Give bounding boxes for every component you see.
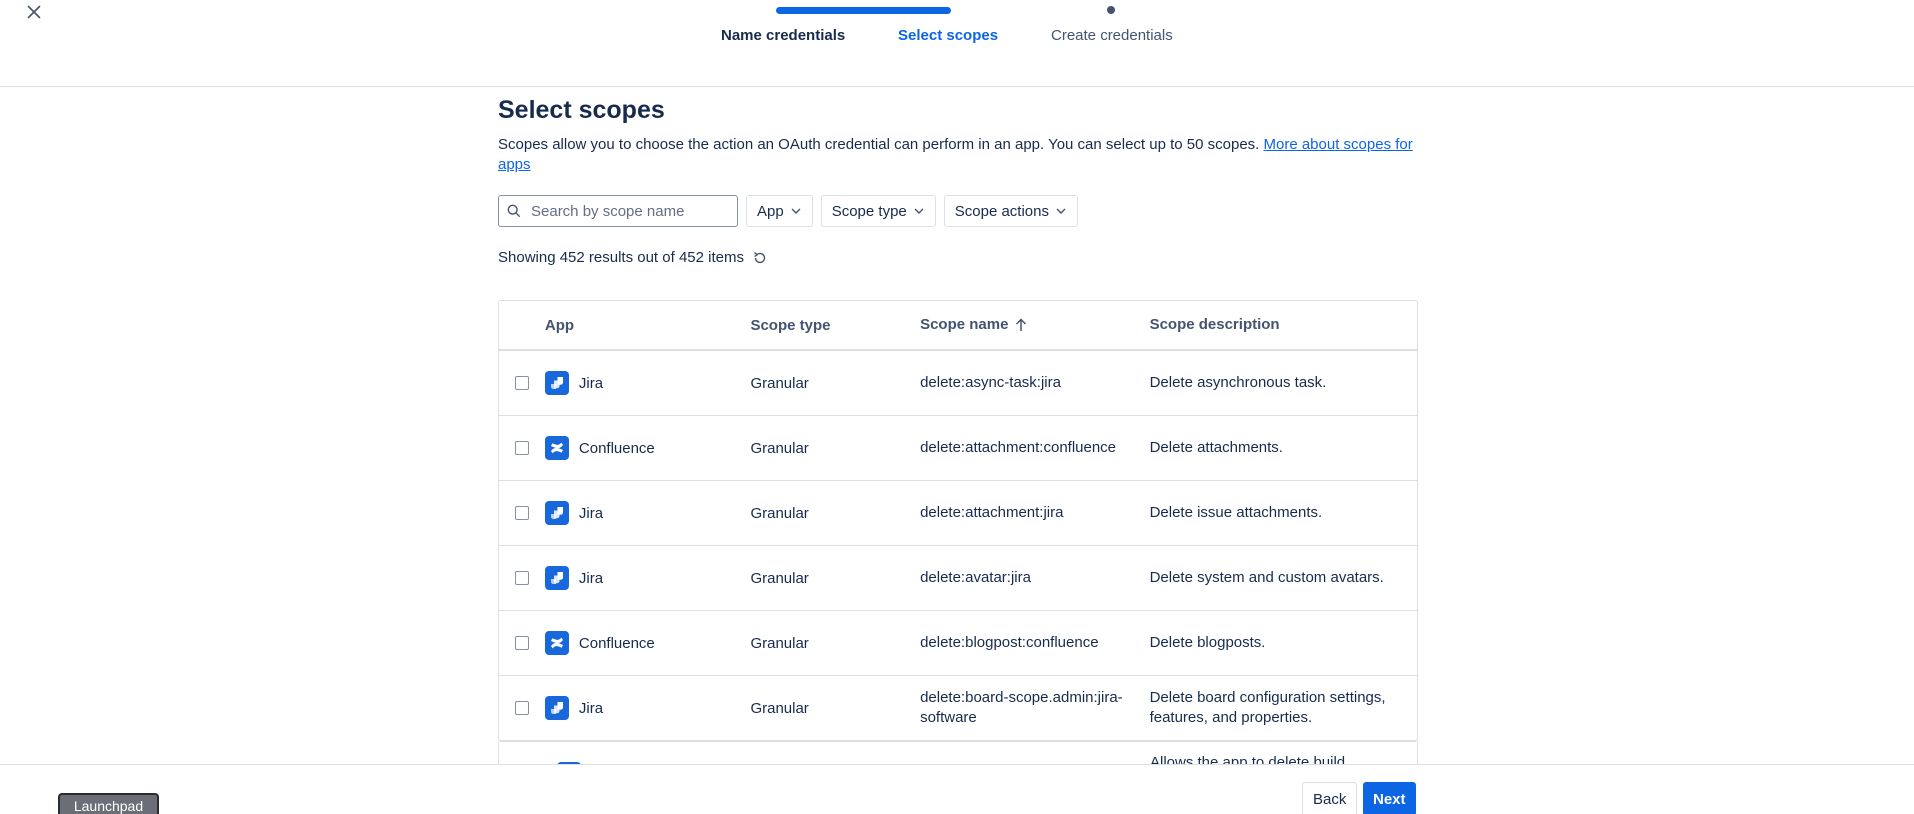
- table-row[interactable]: Jira Granular delete:attachment:jira Delete…: [499, 481, 1417, 546]
- scope-name-cell: delete:avatar:jira: [920, 569, 1031, 586]
- scope-description-cell: Delete board configuration settings, fea…: [1149, 689, 1386, 726]
- row-checkbox[interactable]: [514, 636, 529, 650]
- row-checkbox-cell: [499, 571, 545, 585]
- scope-description-cell: Delete blogposts.: [1149, 634, 1266, 651]
- filter-bar: App Scope type Scope actions: [498, 195, 1418, 227]
- scope-description-cell: Delete asynchronous task.: [1149, 374, 1327, 391]
- results-summary: Showing 452 results out of 452 items: [498, 249, 1418, 266]
- scope-name-cell: delete:blogpost:confluence: [920, 634, 1099, 651]
- app-name: Jira: [578, 569, 604, 587]
- refresh-icon[interactable]: [752, 250, 768, 266]
- app-cell: Jira: [544, 501, 751, 525]
- row-checkbox-cell: [499, 636, 545, 650]
- page-description: Scopes allow you to choose the action an…: [498, 135, 1418, 175]
- row-checkbox-cell: [499, 701, 545, 715]
- row-checkbox[interactable]: [514, 701, 529, 715]
- row-checkbox-cell: [499, 441, 545, 455]
- progress-header: Name credentials Select scopes Create cr…: [0, 0, 1914, 87]
- search-field: [498, 195, 738, 227]
- scope-type-cell: Granular: [750, 374, 809, 392]
- scope-type-cell: Granular: [750, 699, 809, 717]
- main-content: Select scopes Scopes allow you to choose…: [498, 96, 1418, 742]
- table-body: Jira Granular delete:async-task:jira Delete…: [499, 351, 1417, 741]
- jira-icon: [544, 566, 569, 590]
- app-cell: Jira: [544, 566, 751, 590]
- app-name: Confluence: [578, 439, 655, 457]
- launchpad-button[interactable]: Launchpad: [58, 793, 159, 814]
- search-input[interactable]: [531, 202, 729, 220]
- confluence-icon: [544, 631, 569, 655]
- jira-icon: [544, 501, 569, 525]
- step-create-credentials: Create credentials: [1051, 27, 1173, 44]
- row-checkbox[interactable]: [514, 376, 529, 390]
- scopes-table: App Scope type Scope name Scope descript…: [498, 300, 1418, 742]
- scope-name-cell: delete:attachment:jira: [920, 504, 1064, 521]
- row-checkbox[interactable]: [514, 506, 529, 520]
- scope-type-cell: Granular: [750, 439, 809, 457]
- jira-icon: [544, 696, 569, 720]
- scope-name-header-label: Scope name: [920, 316, 1009, 333]
- scope-type-filter-label: Scope type: [831, 202, 907, 220]
- description-text: Scopes allow you to choose the action an…: [498, 136, 1260, 153]
- close-button[interactable]: [22, 0, 46, 24]
- scope-actions-filter-label: Scope actions: [954, 202, 1049, 220]
- row-checkbox[interactable]: [514, 441, 529, 455]
- footer: Launchpad Back Next: [0, 764, 1914, 814]
- table-header: App Scope type Scope name Scope descript…: [499, 301, 1417, 351]
- table-row[interactable]: Jira Granular delete:async-task:jira Delete…: [499, 351, 1417, 416]
- scope-description-cell: Delete issue attachments.: [1149, 504, 1323, 521]
- sort-ascending-icon: [1016, 318, 1027, 332]
- column-header-scope-type[interactable]: Scope type: [750, 317, 920, 334]
- close-icon: [27, 5, 41, 19]
- scope-type-filter-dropdown[interactable]: Scope type: [820, 195, 936, 227]
- search-icon: [507, 204, 521, 218]
- chevron-down-icon: [1056, 208, 1066, 214]
- table-row: Allows the app to delete build: [498, 742, 1418, 764]
- chevron-down-icon: [791, 208, 801, 214]
- scope-actions-filter-dropdown[interactable]: Scope actions: [943, 195, 1078, 227]
- row-checkbox-cell: [499, 506, 545, 520]
- results-text: Showing 452 results out of 452 items: [498, 249, 744, 266]
- table-row[interactable]: Confluence Granular delete:attachment:conf…: [499, 416, 1417, 481]
- progress-dot: [1107, 6, 1115, 14]
- jira-icon: [544, 371, 569, 395]
- scope-type-cell: Granular: [750, 634, 809, 652]
- app-name: Jira: [578, 374, 604, 392]
- column-header-app[interactable]: App: [545, 317, 751, 334]
- progress-bar: [776, 7, 951, 14]
- scope-description-cell: Delete attachments.: [1149, 439, 1283, 456]
- app-cell: Confluence: [544, 436, 751, 460]
- app-name: Confluence: [578, 634, 655, 652]
- column-header-scope-description: Scope description: [1149, 316, 1280, 333]
- app-name: Jira: [578, 504, 604, 522]
- step-select-scopes: Select scopes: [898, 27, 999, 44]
- back-button[interactable]: Back: [1302, 782, 1358, 814]
- app-cell: Jira: [544, 371, 751, 395]
- step-name-credentials: Name credentials: [721, 27, 846, 44]
- app-filter-label: App: [757, 202, 784, 220]
- scope-type-cell: Granular: [750, 569, 809, 587]
- partial-row-description: Allows the app to delete build: [1150, 754, 1346, 764]
- scope-type-cell: Granular: [750, 504, 809, 522]
- table-row[interactable]: Confluence Granular delete:blogpost:conflu…: [499, 611, 1417, 676]
- scope-description-cell: Delete system and custom avatars.: [1149, 569, 1384, 586]
- app-name: Jira: [578, 699, 604, 717]
- page-title: Select scopes: [498, 96, 665, 124]
- app-cell: Jira: [544, 696, 751, 720]
- app-cell: Confluence: [544, 631, 751, 655]
- table-row[interactable]: Jira Granular delete:board-scope.admin:jir…: [499, 676, 1417, 741]
- row-checkbox-cell: [499, 376, 545, 390]
- scope-name-cell: delete:async-task:jira: [920, 374, 1061, 391]
- app-filter-dropdown[interactable]: App: [746, 195, 813, 227]
- scope-name-cell: delete:attachment:confluence: [920, 439, 1117, 456]
- row-checkbox[interactable]: [514, 571, 529, 585]
- scope-name-cell: delete:board-scope.admin:jira-software: [920, 689, 1123, 726]
- column-header-scope-name[interactable]: Scope name: [920, 315, 1150, 335]
- confluence-icon: [544, 436, 569, 460]
- table-row[interactable]: Jira Granular delete:avatar:jira Delete sys…: [499, 546, 1417, 611]
- next-button[interactable]: Next: [1363, 782, 1416, 814]
- chevron-down-icon: [914, 208, 924, 214]
